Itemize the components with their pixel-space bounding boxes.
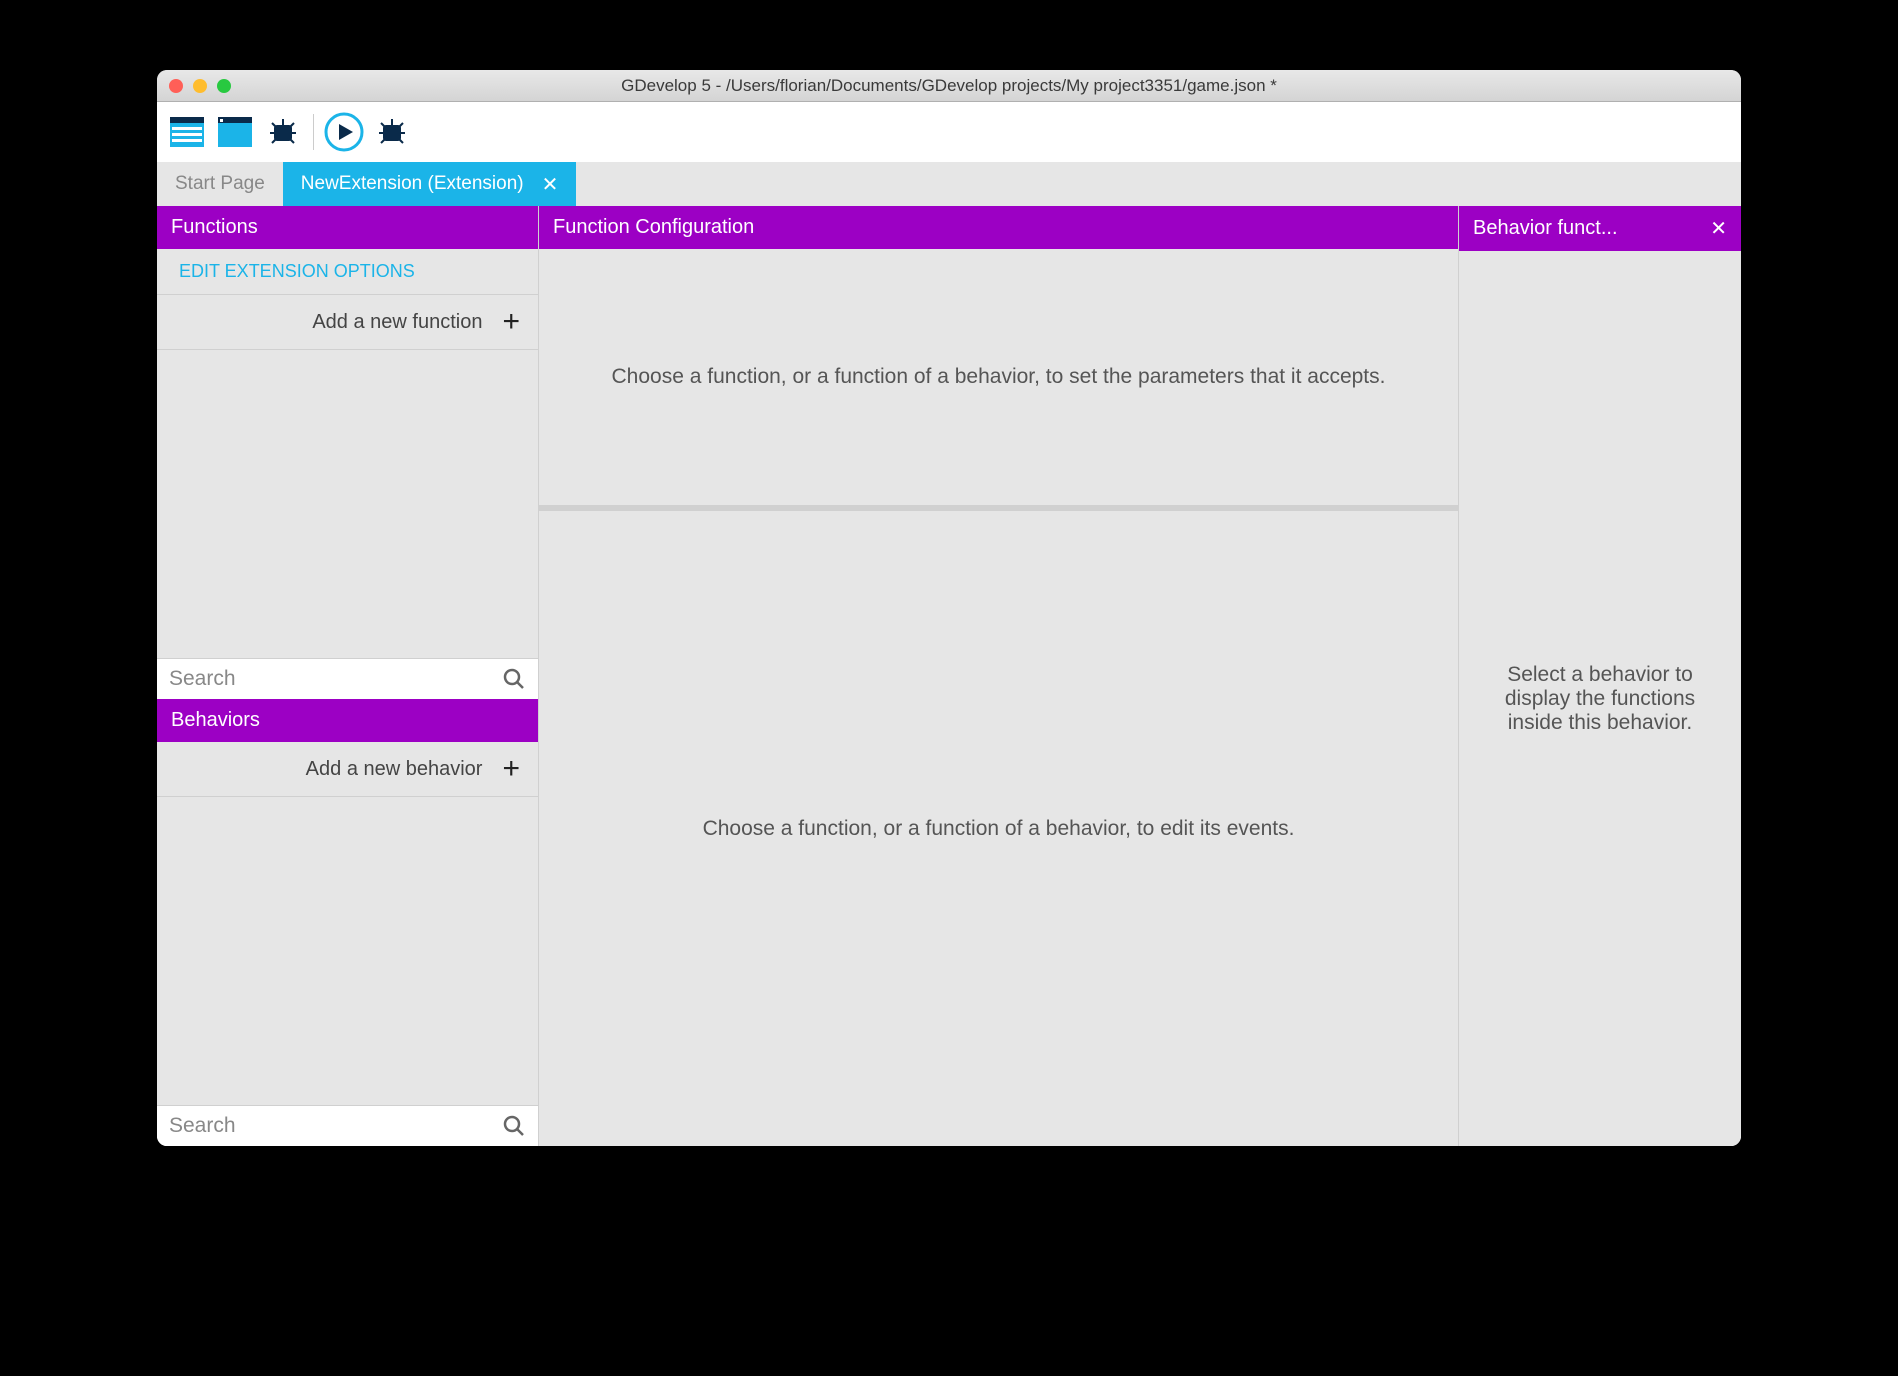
plus-icon: + [502,305,520,339]
play-icon[interactable] [322,110,366,154]
search-icon[interactable] [502,1114,526,1138]
debug-play-icon[interactable] [370,110,414,154]
panel-title: Function Configuration [553,216,754,239]
functions-search [157,658,538,699]
search-input[interactable] [169,667,502,691]
behaviors-header: Behaviors [157,699,538,742]
panel-title: Functions [171,216,258,239]
functions-list [157,350,538,658]
app-window: GDevelop 5 - /Users/florian/Documents/GD… [157,70,1741,1146]
add-behavior-button[interactable]: Add a new behavior + [157,742,538,797]
panel-title: Behavior funct... [1473,217,1618,240]
add-function-label: Add a new function [312,311,482,334]
main-area: Functions Edit Extension Options Add a n… [157,206,1741,1146]
function-events-body: Choose a function, or a function of a be… [539,511,1458,1146]
search-icon[interactable] [502,667,526,691]
add-function-button[interactable]: Add a new function + [157,295,538,350]
function-config-header: Function Configuration [539,206,1458,249]
events-message: Choose a function, or a function of a be… [703,817,1295,841]
functions-header: Functions [157,206,538,249]
behaviors-search [157,1105,538,1146]
scene-panel-icon[interactable] [213,110,257,154]
toolbar [157,102,1741,162]
add-behavior-label: Add a new behavior [306,758,483,781]
toolbar-separator [313,114,314,150]
window-title: GDevelop 5 - /Users/florian/Documents/GD… [157,76,1741,96]
behavior-functions-header: Behavior funct... ✕ [1459,206,1741,251]
panel-title: Behaviors [171,709,260,732]
tabbar: Start Page NewExtension (Extension) ✕ [157,162,1741,206]
tab-newextension[interactable]: NewExtension (Extension) ✕ [283,162,577,206]
debug-icon[interactable] [261,110,305,154]
function-config-body: Choose a function, or a function of a be… [539,249,1458,511]
behavior-functions-body: Select a behavior to display the functio… [1459,251,1741,1146]
project-panel-icon[interactable] [165,110,209,154]
close-icon[interactable]: ✕ [542,172,559,197]
tab-label: NewExtension (Extension) [301,173,524,195]
tab-start-page[interactable]: Start Page [157,162,283,206]
behaviors-list [157,797,538,1105]
titlebar: GDevelop 5 - /Users/florian/Documents/GD… [157,70,1741,102]
behavior-message: Select a behavior to display the functio… [1479,663,1721,735]
close-icon[interactable]: ✕ [1710,216,1727,241]
left-panel: Functions Edit Extension Options Add a n… [157,206,539,1146]
right-panel: Behavior funct... ✕ Select a behavior to… [1459,206,1741,1146]
search-input[interactable] [169,1114,502,1138]
edit-extension-options-button[interactable]: Edit Extension Options [157,249,538,295]
tab-label: Start Page [175,173,265,195]
center-panel: Function Configuration Choose a function… [539,206,1459,1146]
config-message: Choose a function, or a function of a be… [612,365,1386,389]
plus-icon: + [502,752,520,786]
